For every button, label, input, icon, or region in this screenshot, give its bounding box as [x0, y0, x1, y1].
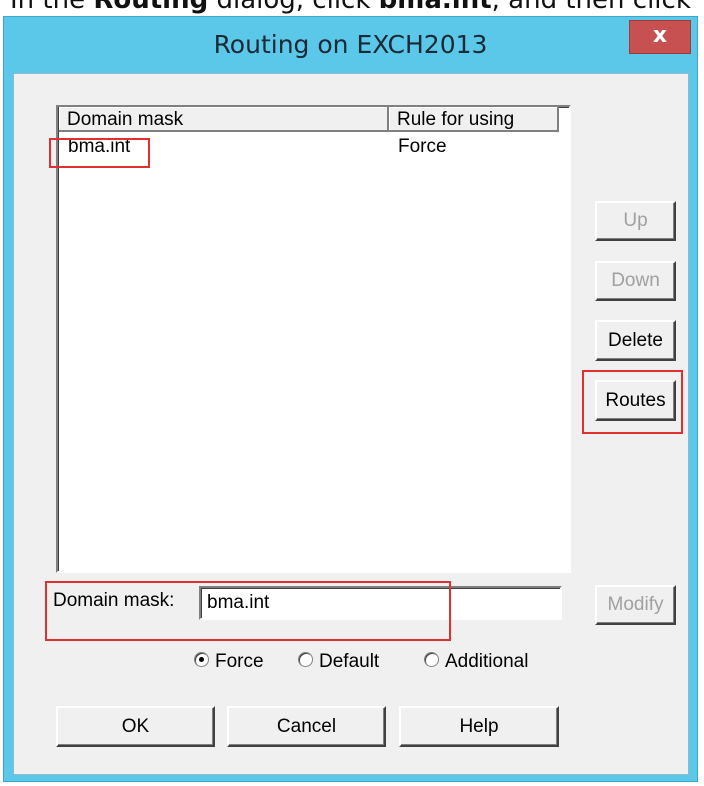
radio-unchecked-icon — [298, 652, 313, 668]
domain-list[interactable]: Domain mask Rule for using bma.int Force — [56, 105, 571, 573]
routes-button[interactable]: Routes — [595, 380, 676, 421]
up-button[interactable]: Up — [595, 201, 676, 241]
domain-mask-label: Domain mask: — [53, 590, 175, 611]
radio-force[interactable]: Force — [194, 648, 264, 676]
radio-default[interactable]: Default — [298, 648, 379, 676]
modify-button[interactable]: Modify — [595, 585, 676, 625]
list-item-rule: Force — [398, 136, 447, 157]
ok-button[interactable]: OK — [56, 706, 215, 747]
column-rule-for-using[interactable]: Rule for using — [389, 107, 559, 132]
delete-button[interactable]: Delete — [595, 320, 676, 361]
help-button[interactable]: Help — [399, 706, 559, 747]
radio-checked-icon — [194, 652, 209, 668]
instruction-text: In the Routing dialog, click bma.int, an… — [10, 0, 691, 15]
radio-unchecked-icon — [424, 652, 439, 668]
domain-mask-input[interactable]: bma.int — [199, 586, 562, 620]
cancel-button[interactable]: Cancel — [227, 706, 386, 747]
column-domain-mask[interactable]: Domain mask — [59, 107, 389, 132]
radio-additional[interactable]: Additional — [424, 648, 528, 676]
dialog-client-area: Domain mask Rule for using bma.int Force… — [13, 73, 689, 775]
routing-dialog: Routing on EXCH2013 x Domain mask Rule f… — [3, 16, 698, 782]
close-button[interactable]: x — [629, 20, 691, 54]
close-icon: x — [652, 23, 668, 48]
title-bar: Routing on EXCH2013 x — [4, 17, 697, 73]
list-item[interactable]: bma.int Force — [58, 134, 569, 160]
list-header: Domain mask Rule for using — [58, 107, 569, 133]
down-button[interactable]: Down — [595, 261, 676, 301]
list-item-domain: bma.int — [68, 136, 131, 157]
window-title: Routing on EXCH2013 — [213, 30, 488, 59]
